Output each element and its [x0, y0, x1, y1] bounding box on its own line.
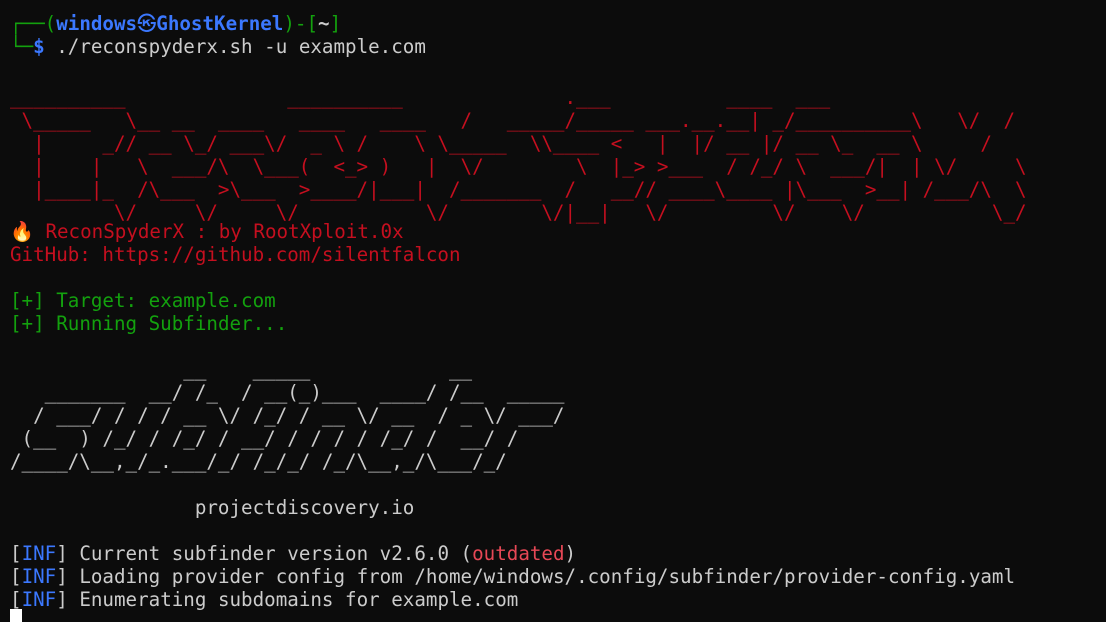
prompt-end: ]	[329, 12, 342, 35]
log-bracket-open: [	[10, 542, 22, 565]
command-text: ./reconspyderx.sh -u example.com	[44, 35, 426, 58]
log-bracket-close: ]	[56, 565, 68, 588]
subfinder-banner-line: __ _____ __	[10, 358, 473, 381]
outdated-badge: outdated	[472, 542, 565, 565]
log-level-tag: INF	[21, 588, 57, 611]
github-link[interactable]: https://github.com/silentfalcon	[102, 243, 460, 266]
log-text: Current subfinder version v2.6.0 (	[67, 542, 473, 565]
prompt-header: ┌──(windows㉿GhostKernel)-[~]	[10, 12, 341, 35]
running-text: Running Subfinder...	[56, 312, 288, 335]
log-text: Enumerating subdomains for example.com	[67, 588, 519, 611]
log-line: [INF] Loading provider config from /home…	[10, 565, 1015, 588]
prompt-mid: )-[	[283, 12, 319, 35]
log-bracket-open: [	[10, 565, 22, 588]
log-bracket-open: [	[10, 588, 22, 611]
prompt-corner-bottom: └─	[10, 35, 34, 58]
subfinder-banner-line: _______ __/ /_ / __(_)___ ____/ /__ ____…	[10, 381, 565, 404]
subfinder-banner-line: /____/\__,_/_.___/_/ /_/_/ /_/\__,_/\___…	[10, 450, 507, 473]
banner-line: __________ __________ .___ ____ ___	[10, 86, 831, 109]
banner-line: | _// __ \_/ ___\/ _ \ / \ \_____ \\____…	[10, 132, 992, 155]
prompt-user: windows	[56, 12, 138, 35]
banner-line: | | \ ___/\ \___( <_> ) | \/ \ |_> >___ …	[10, 155, 1027, 178]
credit-line: 🔥 ReconSpyderX : by RootXploit.0x	[10, 220, 404, 243]
target-line: [+] Target: example.com	[10, 289, 276, 312]
prompt-corner-top: ┌──(	[10, 12, 57, 35]
terminal-cursor	[10, 609, 22, 622]
credit-text: ReconSpyderX : by RootXploit.0x	[33, 220, 404, 243]
log-text: Loading provider config from /home/windo…	[67, 565, 1016, 588]
target-prefix: [+]	[10, 289, 57, 312]
fire-icon: 🔥	[10, 220, 34, 243]
log-tail: )	[564, 542, 577, 565]
prompt-at-icon: ㉿	[137, 12, 157, 35]
log-level-tag: INF	[21, 542, 57, 565]
banner-line: |____|_ /\___ >\___ >____/|___| /_______…	[10, 178, 1027, 201]
running-line: [+] Running Subfinder...	[10, 312, 287, 335]
log-line: [INF] Current subfinder version v2.6.0 (…	[10, 542, 576, 565]
github-label: GitHub:	[10, 243, 103, 266]
projectdiscovery-site: projectdiscovery.io	[10, 496, 415, 519]
target-value: example.com	[148, 289, 276, 312]
log-line: [INF] Enumerating subdomains for example…	[10, 588, 518, 611]
banner-line: \_____ \__ __ ____ ____ ____ / _____/___…	[10, 109, 1016, 132]
github-line: GitHub: https://github.com/silentfalcon	[10, 243, 461, 266]
target-label: Target:	[56, 289, 149, 312]
prompt-host: GhostKernel	[156, 12, 284, 35]
prompt-dollar: $	[33, 35, 45, 58]
prompt-path: ~	[318, 12, 330, 35]
terminal-window[interactable]: ┌──(windows㉿GhostKernel)-[~] └─$ ./recon…	[0, 0, 1106, 622]
running-prefix: [+]	[10, 312, 57, 335]
log-level-tag: INF	[21, 565, 57, 588]
prompt-command-line: └─$ ./reconspyderx.sh -u example.com	[10, 35, 426, 58]
subfinder-banner-line: / ___/ / / / __ \/ /_/ / __ \/ __ / _ \/…	[10, 404, 565, 427]
log-bracket-close: ]	[56, 588, 68, 611]
subfinder-banner-line: (__ ) /_/ / /_/ / __/ / / / / /_/ / __/ …	[10, 427, 519, 450]
log-bracket-close: ]	[56, 542, 68, 565]
